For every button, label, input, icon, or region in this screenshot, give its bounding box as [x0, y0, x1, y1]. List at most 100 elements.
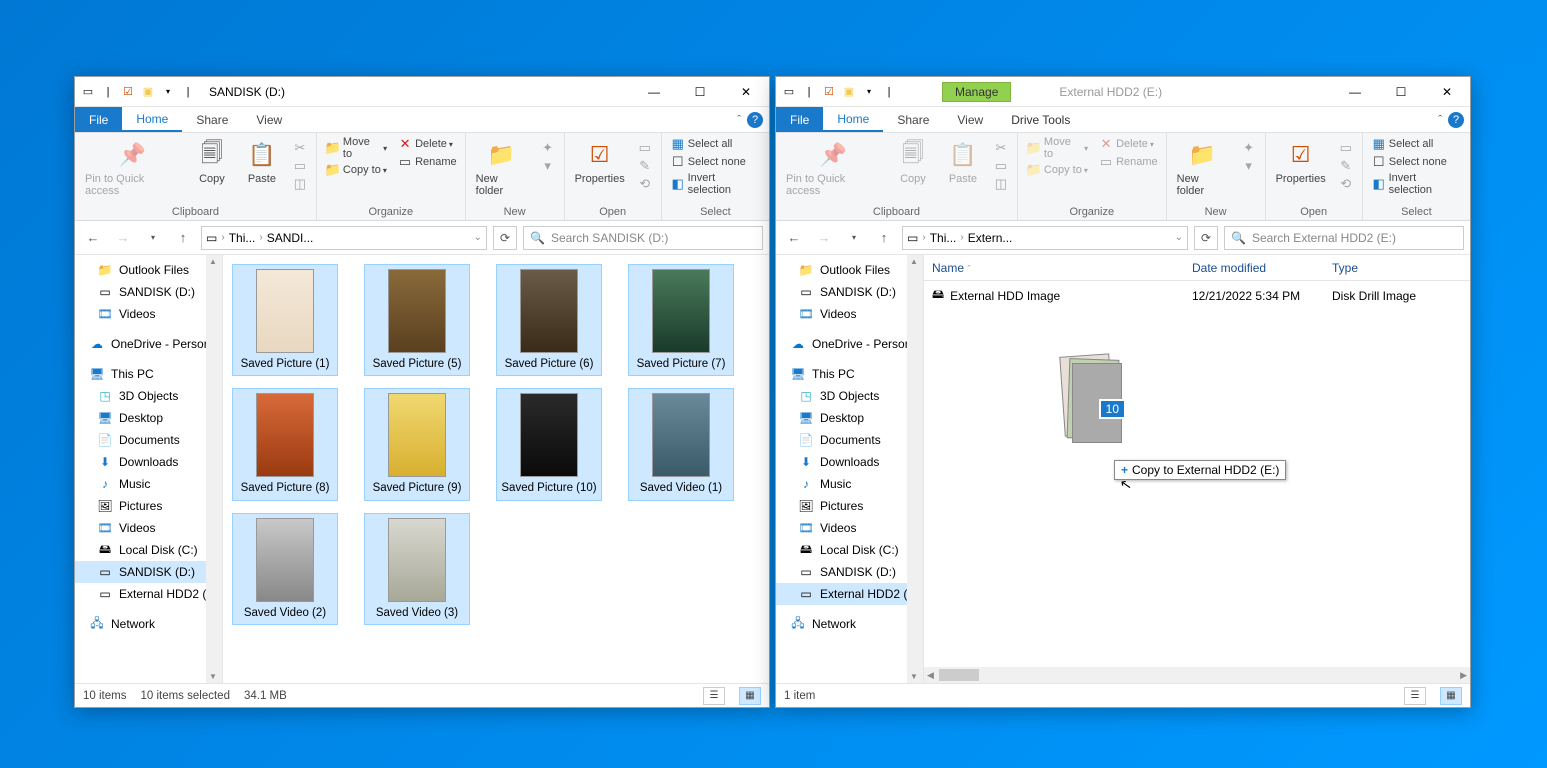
- help-icon[interactable]: ?: [1448, 112, 1464, 128]
- copyto-button[interactable]: 📁Copy to▾: [1022, 161, 1092, 179]
- tree-onedrive[interactable]: ☁OneDrive - Person: [75, 333, 222, 355]
- pin-quick-access-button[interactable]: 📌Pin to Quick access: [780, 135, 887, 201]
- refresh-button[interactable]: ⟳: [1194, 226, 1218, 250]
- tree-pictures[interactable]: 🖼Pictures: [75, 495, 222, 517]
- file-item[interactable]: Saved Video (3): [365, 514, 469, 624]
- file-menu[interactable]: File: [776, 107, 823, 132]
- forward-button[interactable]: →: [111, 226, 135, 250]
- col-name[interactable]: Name: [932, 261, 964, 275]
- file-menu[interactable]: File: [75, 107, 122, 132]
- tree-videos[interactable]: 🎞Videos: [75, 303, 222, 325]
- tree-pictures[interactable]: 🖼Pictures: [776, 495, 923, 517]
- tab-home[interactable]: Home: [823, 107, 883, 132]
- col-date[interactable]: Date modified: [1184, 261, 1324, 275]
- tree-3dobjects[interactable]: ◳3D Objects: [75, 385, 222, 407]
- breadcrumb-this-pc[interactable]: Thi...: [930, 231, 957, 245]
- col-type[interactable]: Type: [1324, 261, 1444, 275]
- close-button[interactable]: ✕: [1424, 77, 1470, 107]
- cut-button[interactable]: ✂: [989, 139, 1013, 157]
- recent-dropdown[interactable]: ▾: [842, 226, 866, 250]
- tree-onedrive[interactable]: ☁OneDrive - Person: [776, 333, 923, 355]
- file-item[interactable]: Saved Picture (8): [233, 389, 337, 499]
- tree-outlook[interactable]: 📁Outlook Files: [75, 259, 222, 281]
- selectnone-button[interactable]: ☐Select none: [1367, 153, 1466, 171]
- tree-outlook[interactable]: 📁Outlook Files: [776, 259, 923, 281]
- close-button[interactable]: ✕: [723, 77, 769, 107]
- file-item[interactable]: Saved Picture (7): [629, 265, 733, 375]
- nav-scrollbar[interactable]: [907, 255, 923, 683]
- copyto-button[interactable]: 📁Copy to▾: [321, 161, 391, 179]
- maximize-button[interactable]: ☐: [1378, 77, 1424, 107]
- file-item[interactable]: Saved Picture (6): [497, 265, 601, 375]
- selectall-button[interactable]: ▦Select all: [666, 135, 765, 153]
- newfolder-button[interactable]: 📁New folder: [470, 135, 534, 201]
- newitem-button[interactable]: ✦: [1237, 139, 1261, 157]
- paste-button[interactable]: 📋Paste: [939, 135, 987, 189]
- titlebar[interactable]: ▭ | ☑ ▣ ▾ | SANDISK (D:) — ☐ ✕: [75, 77, 769, 107]
- recent-dropdown[interactable]: ▾: [141, 226, 165, 250]
- cut-button[interactable]: ✂: [288, 139, 312, 157]
- rename-button[interactable]: ▭Rename: [393, 153, 461, 171]
- open-button[interactable]: ▭: [1334, 139, 1358, 157]
- tab-home[interactable]: Home: [122, 107, 182, 132]
- tree-network[interactable]: 🖧Network: [75, 613, 222, 635]
- tree-music[interactable]: ♪Music: [75, 473, 222, 495]
- tab-view[interactable]: View: [943, 107, 997, 132]
- invertsel-button[interactable]: ◧Invert selection: [666, 171, 765, 197]
- tree-3dobjects[interactable]: ◳3D Objects: [776, 385, 923, 407]
- tree-downloads[interactable]: ⬇Downloads: [776, 451, 923, 473]
- tree-ext-hdd[interactable]: ▭External HDD2 (E: [776, 583, 923, 605]
- copypath-button[interactable]: ▭: [989, 157, 1013, 175]
- tree-videos[interactable]: 🎞Videos: [776, 303, 923, 325]
- selectall-button[interactable]: ▦Select all: [1367, 135, 1466, 153]
- paste-button[interactable]: 📋Paste: [238, 135, 286, 189]
- qat-dropdown-icon[interactable]: ▾: [860, 83, 878, 101]
- breadcrumb-this-pc[interactable]: Thi...: [229, 231, 256, 245]
- up-button[interactable]: ↑: [171, 226, 195, 250]
- titlebar[interactable]: ▭ | ☑ ▣ ▾ | Manage External HDD2 (E:) — …: [776, 77, 1470, 107]
- tree-this-pc[interactable]: 🖥This PC: [75, 363, 222, 385]
- address-bar[interactable]: ▭› Thi...› Extern... ⌄: [902, 226, 1188, 250]
- tab-share[interactable]: Share: [883, 107, 943, 132]
- edit-button[interactable]: ✎: [633, 157, 657, 175]
- help-icon[interactable]: ?: [747, 112, 763, 128]
- delete-button[interactable]: ✕Delete▾: [393, 135, 461, 153]
- view-details-button[interactable]: ☰: [703, 687, 725, 705]
- copy-button[interactable]: 🗐Copy: [188, 135, 236, 189]
- tree-sandisk-d[interactable]: ▭SANDISK (D:): [776, 561, 923, 583]
- column-headers[interactable]: Name ˆ Date modified Type: [924, 255, 1470, 281]
- forward-button[interactable]: →: [812, 226, 836, 250]
- selectnone-button[interactable]: ☐Select none: [666, 153, 765, 171]
- properties-button[interactable]: ☑Properties: [569, 135, 631, 189]
- tree-desktop[interactable]: 🖥Desktop: [75, 407, 222, 429]
- tree-music[interactable]: ♪Music: [776, 473, 923, 495]
- nav-pane[interactable]: 📁Outlook Files ▭SANDISK (D:) 🎞Videos ☁On…: [75, 255, 223, 683]
- tree-localc[interactable]: 🖴Local Disk (C:): [776, 539, 923, 561]
- file-item[interactable]: Saved Video (1): [629, 389, 733, 499]
- search-input[interactable]: 🔍Search External HDD2 (E:): [1224, 226, 1464, 250]
- breadcrumb-drive[interactable]: SANDI...: [267, 231, 314, 245]
- maximize-button[interactable]: ☐: [677, 77, 723, 107]
- easyaccess-button[interactable]: ▾: [1237, 157, 1261, 175]
- ribbon-expand-icon[interactable]: ˆ: [1438, 114, 1442, 126]
- file-item[interactable]: Saved Picture (5): [365, 265, 469, 375]
- history-button[interactable]: ⟲: [633, 175, 657, 193]
- rename-button[interactable]: ▭Rename: [1094, 153, 1162, 171]
- back-button[interactable]: ←: [782, 226, 806, 250]
- tree-sandisk[interactable]: ▭SANDISK (D:): [75, 281, 222, 303]
- pasteshortcut-button[interactable]: ◫: [288, 175, 312, 193]
- tab-view[interactable]: View: [242, 107, 296, 132]
- horizontal-scrollbar[interactable]: ◀▶: [924, 667, 1470, 683]
- address-bar[interactable]: ▭› Thi...› SANDI... ⌄: [201, 226, 487, 250]
- tree-localc[interactable]: 🖴Local Disk (C:): [75, 539, 222, 561]
- tab-drive-tools[interactable]: Drive Tools: [997, 107, 1084, 132]
- tree-sandisk[interactable]: ▭SANDISK (D:): [776, 281, 923, 303]
- tree-videos2[interactable]: 🎞Videos: [75, 517, 222, 539]
- nav-pane[interactable]: 📁Outlook Files ▭SANDISK (D:) 🎞Videos ☁On…: [776, 255, 924, 683]
- copypath-button[interactable]: ▭: [288, 157, 312, 175]
- tree-videos2[interactable]: 🎞Videos: [776, 517, 923, 539]
- moveto-button[interactable]: 📁Move to▾: [1022, 135, 1092, 161]
- file-item[interactable]: Saved Picture (1): [233, 265, 337, 375]
- view-details-button[interactable]: ☰: [1404, 687, 1426, 705]
- moveto-button[interactable]: 📁Move to▾: [321, 135, 391, 161]
